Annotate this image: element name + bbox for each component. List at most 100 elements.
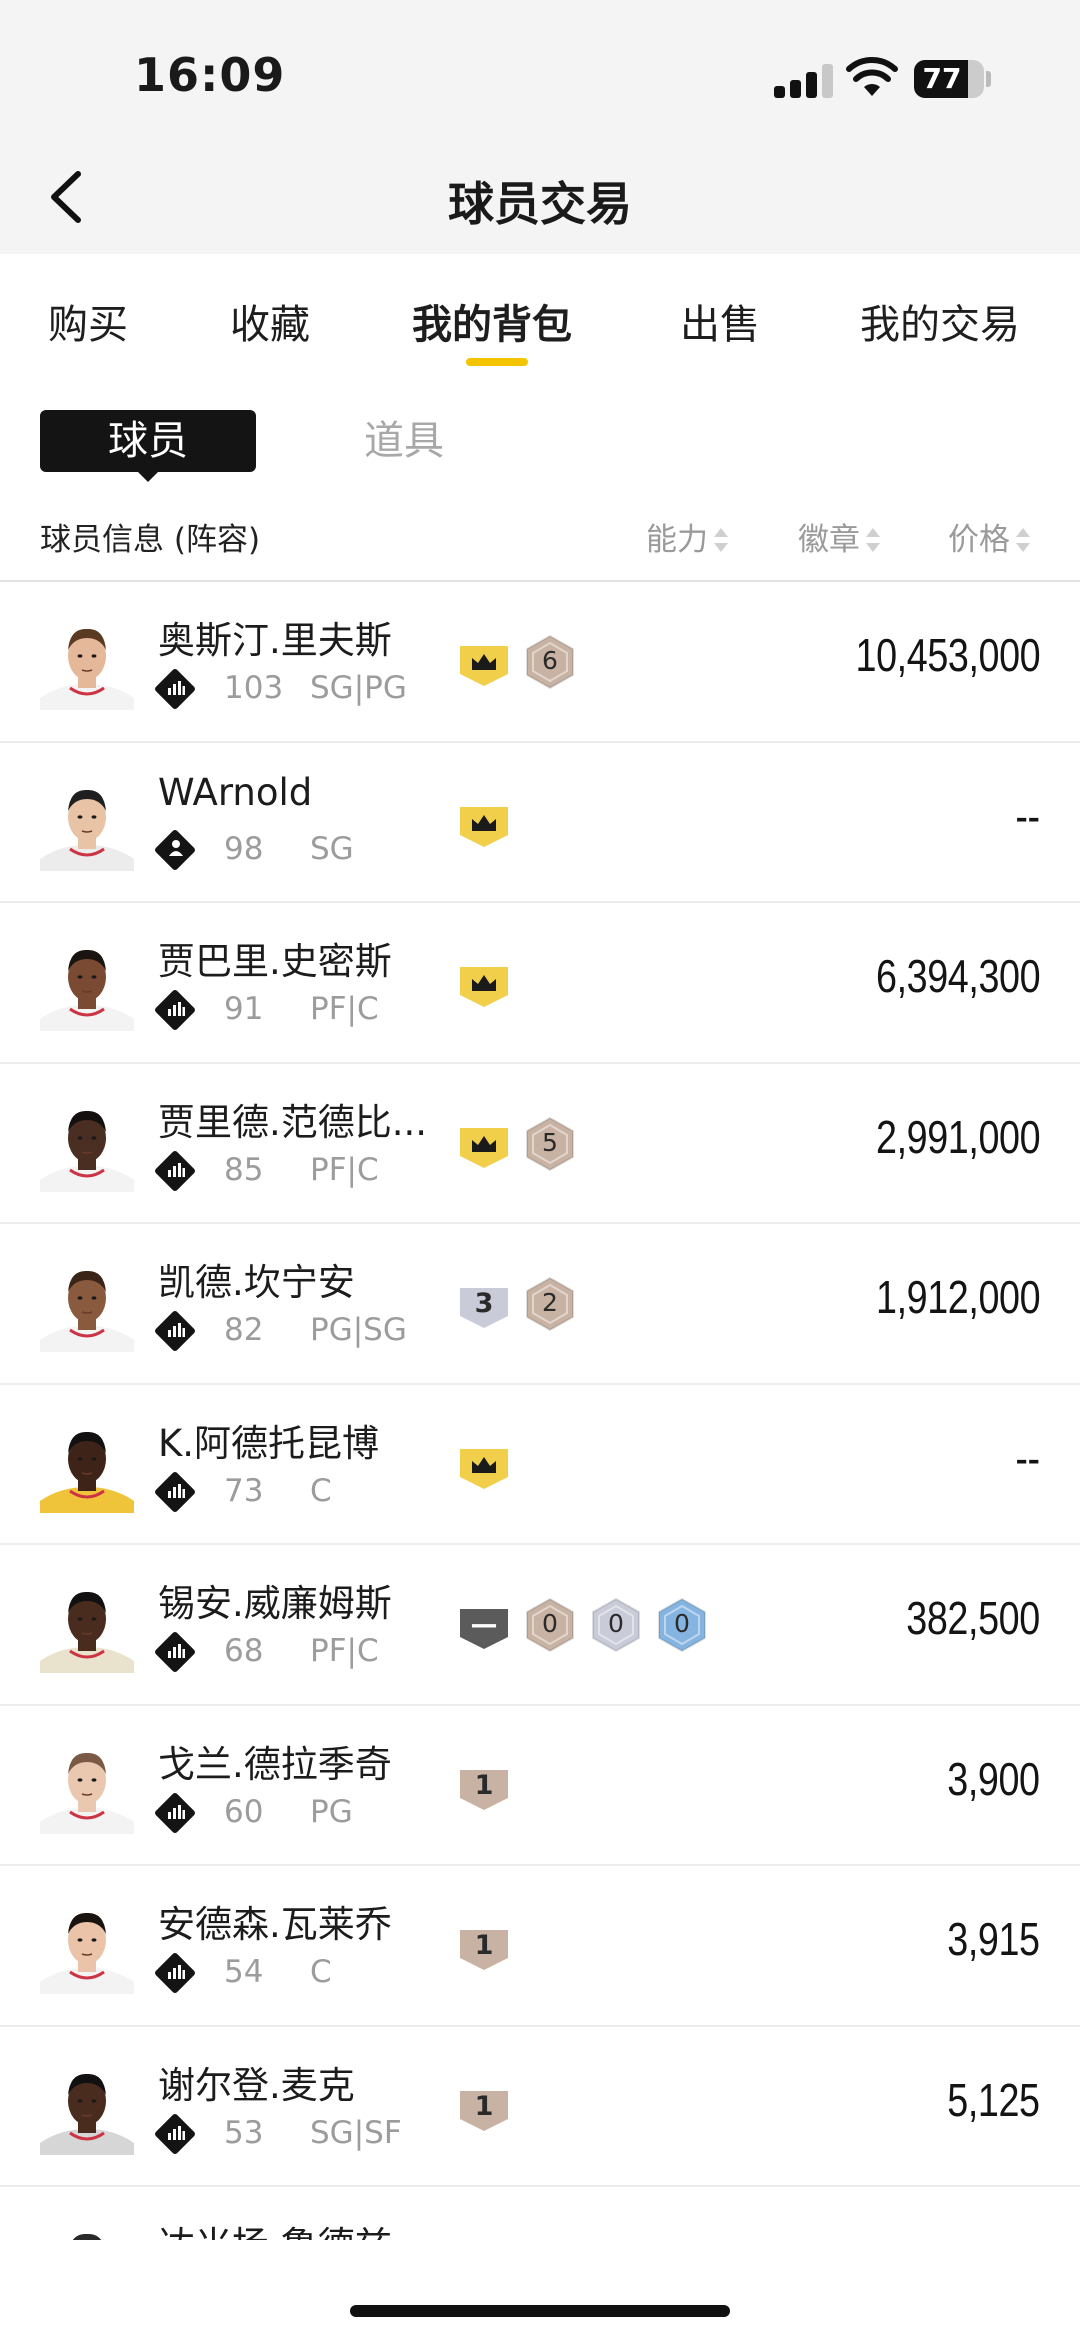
player-avatar xyxy=(40,1742,134,1834)
tab-sell[interactable]: 出售 xyxy=(680,292,760,350)
player-row[interactable]: 凯德.坎宁安 82 PG|SG 3 2 1,912,000 xyxy=(0,1224,1080,1385)
hex-badge-icon: 2 xyxy=(524,1276,576,1332)
segment-player[interactable]: 球员 xyxy=(40,410,256,472)
nav-bar: 球员交易 xyxy=(0,140,1080,254)
player-rating: 60 xyxy=(224,1793,264,1830)
badge-count: 5 xyxy=(542,1127,558,1157)
player-position: C xyxy=(310,1954,332,1990)
player-row[interactable]: 安德森.瓦莱乔 54 C 1 3,915 xyxy=(0,1866,1080,2027)
tab-active-indicator xyxy=(466,358,528,366)
tier-badge-icon: 3 xyxy=(458,1276,510,1332)
player-price: 3,900 xyxy=(947,1752,1041,1805)
player-rating: 91 xyxy=(224,991,264,1027)
player-name: 戈兰.德拉季奇 xyxy=(158,1742,392,1786)
player-position: SG|PG xyxy=(310,670,407,706)
badge-count: 0 xyxy=(542,1609,558,1638)
player-price: -- xyxy=(1015,1431,1041,1484)
battery-icon: 77 xyxy=(914,60,984,98)
tab-favorites[interactable]: 收藏 xyxy=(230,292,310,350)
player-row[interactable]: 谢尔登.麦克 53 SG|SF 1 5,125 xyxy=(0,2027,1080,2187)
sort-icon xyxy=(866,528,880,552)
player-price: 1,912,000 xyxy=(875,1271,1041,1323)
tier-badge-icon: 1 xyxy=(458,1918,510,1974)
player-position: PG xyxy=(310,1793,353,1830)
player-position: C xyxy=(310,1472,332,1509)
header-ability: 能力 xyxy=(646,522,708,558)
player-name: K.阿德托昆博 xyxy=(158,1421,380,1465)
player-name: 奥斯汀.里夫斯 xyxy=(158,619,392,662)
player-price: 6,394,300 xyxy=(875,950,1041,1002)
player-position: SG|SF xyxy=(310,2114,402,2151)
player-row[interactable]: 奥斯汀.里夫斯 103 SG|PG 6 10,453,000 xyxy=(0,582,1080,743)
player-name: 锡安.威廉姆斯 xyxy=(158,1582,392,1625)
badge-count: 1 xyxy=(474,1769,494,1801)
player-position: PG|SG xyxy=(310,1312,407,1348)
player-row[interactable]: 贾巴里.史密斯 91 PF|C 6,394,300 xyxy=(0,903,1080,1064)
player-position: PF|C xyxy=(310,1151,379,1188)
player-name: WArnold xyxy=(158,770,313,814)
hex-badge-icon: 5 xyxy=(524,1116,576,1172)
player-price: 5,125 xyxy=(947,2073,1041,2126)
badge-count: 0 xyxy=(608,1609,624,1638)
home-indicator[interactable] xyxy=(350,2305,730,2317)
player-avatar xyxy=(40,1100,134,1192)
player-price: 2,991,000 xyxy=(875,1110,1041,1163)
player-row[interactable]: WArnold 98 SG -- xyxy=(0,743,1080,903)
hex-badge-icon: 0 xyxy=(590,1597,642,1653)
badge-count: 6 xyxy=(542,646,558,675)
crown-badge-icon xyxy=(458,795,510,851)
badge-count: 2 xyxy=(542,1288,558,1317)
sort-badge[interactable]: 徽章 xyxy=(798,514,880,559)
player-row[interactable]: 戈兰.德拉季奇 60 PG 1 3,900 xyxy=(0,1706,1080,1866)
player-avatar xyxy=(40,939,134,1031)
tier-badge-icon: — xyxy=(458,1597,510,1653)
player-name: 安德森.瓦莱乔 xyxy=(158,1903,392,1946)
player-row[interactable]: 贾里德.范德比... 85 PF|C 5 2,991,000 xyxy=(0,1064,1080,1224)
player-avatar xyxy=(40,2063,134,2155)
list-header: 球员信息 (阵容) 能力 徽章 价格 xyxy=(0,500,1080,582)
tier-badge-icon: 1 xyxy=(458,2079,510,2135)
header-player-info: 球员信息 (阵容) xyxy=(40,522,261,558)
battery-cap xyxy=(986,71,991,87)
hex-badge-icon: 0 xyxy=(524,1597,576,1653)
signal-icon xyxy=(774,62,834,98)
bottom-safe-area xyxy=(0,2240,1080,2341)
wifi-icon xyxy=(846,57,898,96)
player-rating: 98 xyxy=(224,830,264,867)
crown-badge-icon xyxy=(458,634,510,690)
badge-count: 0 xyxy=(674,1609,690,1638)
player-position: PF|C xyxy=(310,1633,379,1669)
tab-buy[interactable]: 购买 xyxy=(48,292,128,350)
player-rating: 53 xyxy=(224,2114,264,2151)
player-name: 达米扬.鲁德兹 xyxy=(158,2215,392,2242)
sort-ability[interactable]: 能力 xyxy=(646,514,728,559)
player-name: 凯德.坎宁安 xyxy=(158,1261,355,1304)
player-price: -- xyxy=(1015,789,1041,842)
tab-my-backpack[interactable]: 我的背包 xyxy=(412,292,572,350)
player-row[interactable]: K.阿德托昆博 73 C -- xyxy=(0,1385,1080,1545)
sort-price[interactable]: 价格 xyxy=(948,514,1030,559)
player-name: 贾巴里.史密斯 xyxy=(158,940,392,983)
player-avatar xyxy=(40,1902,134,1994)
player-row[interactable]: 达米扬.鲁德兹 xyxy=(0,2187,1080,2242)
player-price: 3,915 xyxy=(947,1913,1041,1965)
status-bar: 16:09 77 xyxy=(0,0,1080,140)
status-time: 16:09 xyxy=(134,48,286,102)
player-rating: 85 xyxy=(224,1151,264,1188)
player-row[interactable]: 锡安.威廉姆斯 68 PF|C — 0 0 0 382,500 xyxy=(0,1545,1080,1706)
battery-percent: 77 xyxy=(922,62,962,95)
sort-icon xyxy=(1016,528,1030,552)
badge-count: 1 xyxy=(474,2090,494,2122)
player-avatar xyxy=(40,1260,134,1352)
badge-count: 3 xyxy=(474,1288,494,1319)
player-position: PF|C xyxy=(310,991,379,1027)
tab-my-trades[interactable]: 我的交易 xyxy=(860,292,1020,350)
segment-pointer xyxy=(136,470,160,482)
player-name: 谢尔登.麦克 xyxy=(158,2063,355,2107)
segment-item[interactable]: 道具 xyxy=(364,410,444,472)
tier-badge-icon: 1 xyxy=(458,1758,510,1814)
badge-count: 1 xyxy=(474,1930,494,1961)
player-avatar xyxy=(40,779,134,871)
crown-badge-icon xyxy=(458,1116,510,1172)
header-price: 价格 xyxy=(948,522,1010,558)
